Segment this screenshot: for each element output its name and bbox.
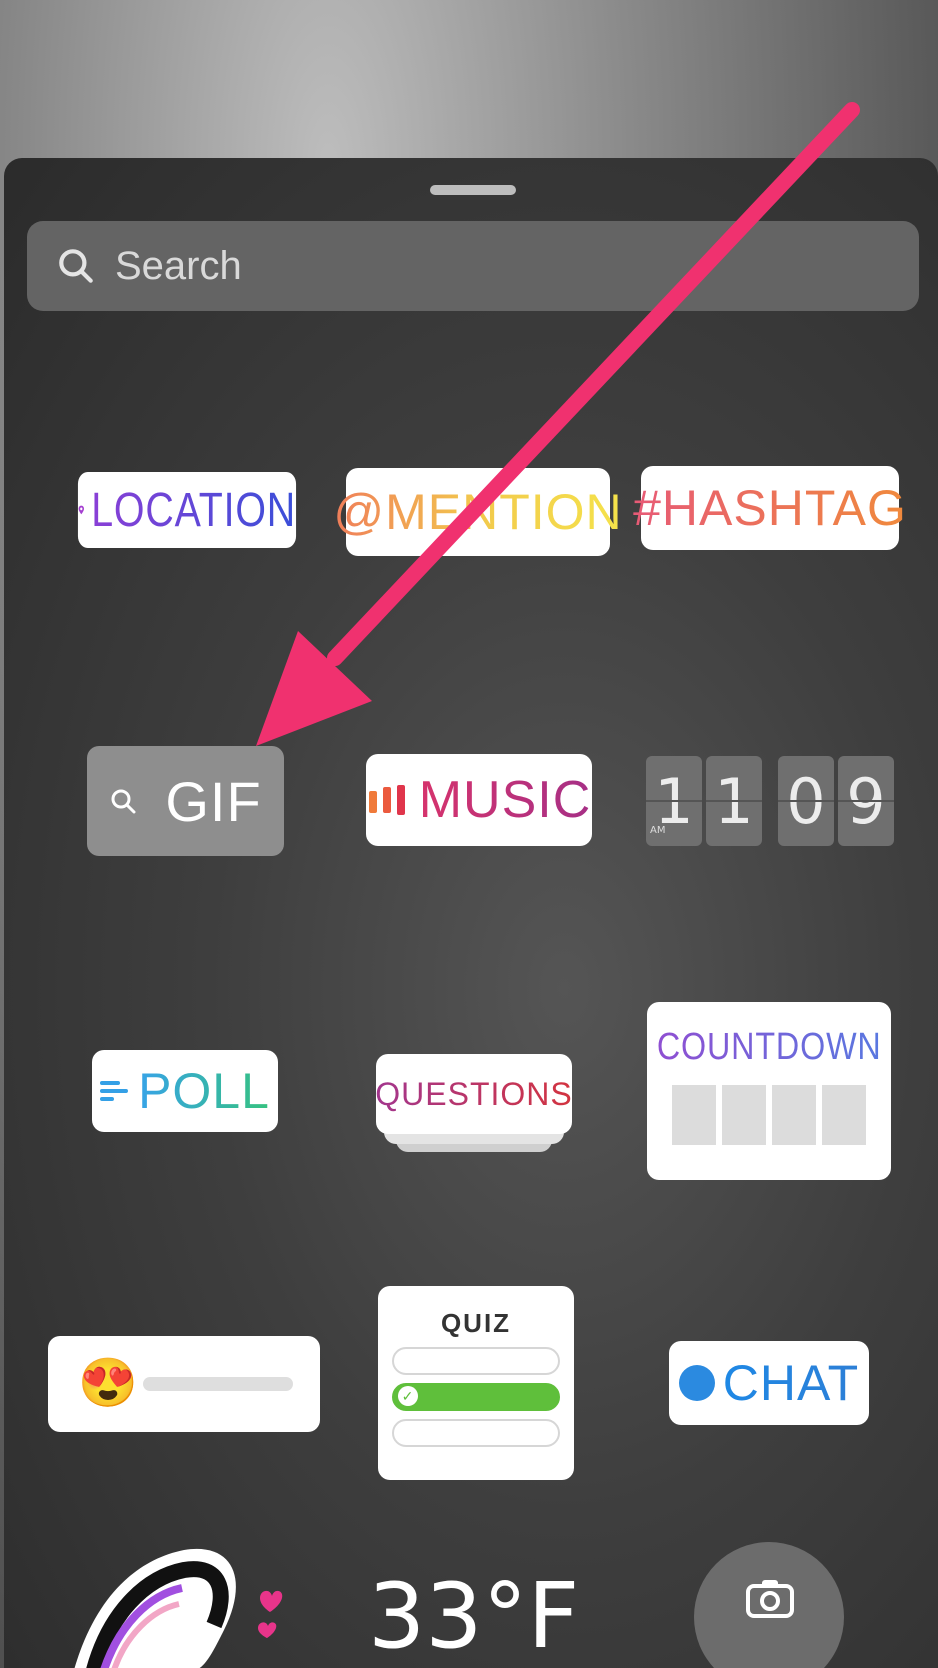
- gif-label: GIF: [165, 769, 262, 833]
- countdown-sticker[interactable]: COUNTDOWN: [647, 1002, 891, 1180]
- clock-digit: 9: [838, 756, 894, 846]
- questions-sticker[interactable]: QUESTIONS: [375, 1054, 573, 1134]
- poll-lines-icon: [100, 1081, 129, 1101]
- camera-icon: [746, 1580, 794, 1618]
- sticker-tray: LOCATION @MENTION #HASHTAG GIF MUSIC AM …: [4, 158, 938, 1668]
- slider-track: [142, 1377, 293, 1391]
- drag-handle[interactable]: [430, 185, 516, 195]
- clock-digit-value: 0: [786, 764, 826, 838]
- time-sticker[interactable]: AM 1 1 0 9: [646, 756, 894, 846]
- location-label: LOCATION: [91, 483, 297, 537]
- questions-label: QUESTIONS: [375, 1075, 573, 1112]
- chat-label: CHAT: [722, 1355, 860, 1411]
- quiz-option: [392, 1419, 560, 1447]
- search-icon: [59, 249, 93, 283]
- camera-sticker-button[interactable]: [694, 1542, 844, 1668]
- chat-bubble-icon: [678, 1365, 715, 1401]
- search-bar[interactable]: [27, 221, 919, 311]
- mention-sticker[interactable]: @MENTION: [333, 468, 622, 556]
- clock-digit-value: 9: [846, 764, 886, 838]
- hashtag-label: #HASHTAG: [633, 480, 907, 536]
- countdown-label: COUNTDOWN: [656, 1026, 882, 1068]
- location-pin-icon: [78, 505, 84, 515]
- temperature-sticker[interactable]: 33°F: [368, 1564, 579, 1668]
- clock-digit: AM 1: [646, 756, 702, 846]
- emoji-slider-sticker[interactable]: 😍: [48, 1336, 320, 1432]
- clock-digit-value: 1: [714, 764, 754, 838]
- search-input[interactable]: [113, 235, 877, 297]
- quiz-label: QUIZ: [440, 1308, 512, 1338]
- gif-sticker[interactable]: GIF: [87, 746, 284, 856]
- loop-emoji-sticker-icon[interactable]: [64, 1540, 284, 1668]
- quiz-option: [392, 1347, 560, 1375]
- countdown-boxes: [672, 1085, 866, 1145]
- chat-sticker[interactable]: CHAT: [669, 1341, 869, 1425]
- search-icon: [111, 789, 136, 814]
- quiz-option-correct: [392, 1383, 560, 1411]
- location-sticker[interactable]: LOCATION: [77, 472, 297, 548]
- quiz-sticker[interactable]: QUIZ: [378, 1286, 574, 1480]
- mention-label: @MENTION: [333, 484, 623, 540]
- poll-sticker[interactable]: POLL: [92, 1050, 278, 1132]
- clock-digit: 1: [706, 756, 762, 846]
- hashtag-sticker[interactable]: #HASHTAG: [633, 466, 906, 550]
- music-label: MUSIC: [418, 771, 592, 829]
- poll-label: POLL: [138, 1063, 270, 1119]
- clock-digit: 0: [778, 756, 834, 846]
- bottom-sticker-row: 33°F: [4, 1538, 938, 1668]
- music-bars-icon: [368, 785, 405, 815]
- clock-ampm: AM: [650, 825, 666, 836]
- heart-eyes-emoji-icon: 😍: [78, 1357, 139, 1410]
- music-sticker[interactable]: MUSIC: [366, 754, 592, 846]
